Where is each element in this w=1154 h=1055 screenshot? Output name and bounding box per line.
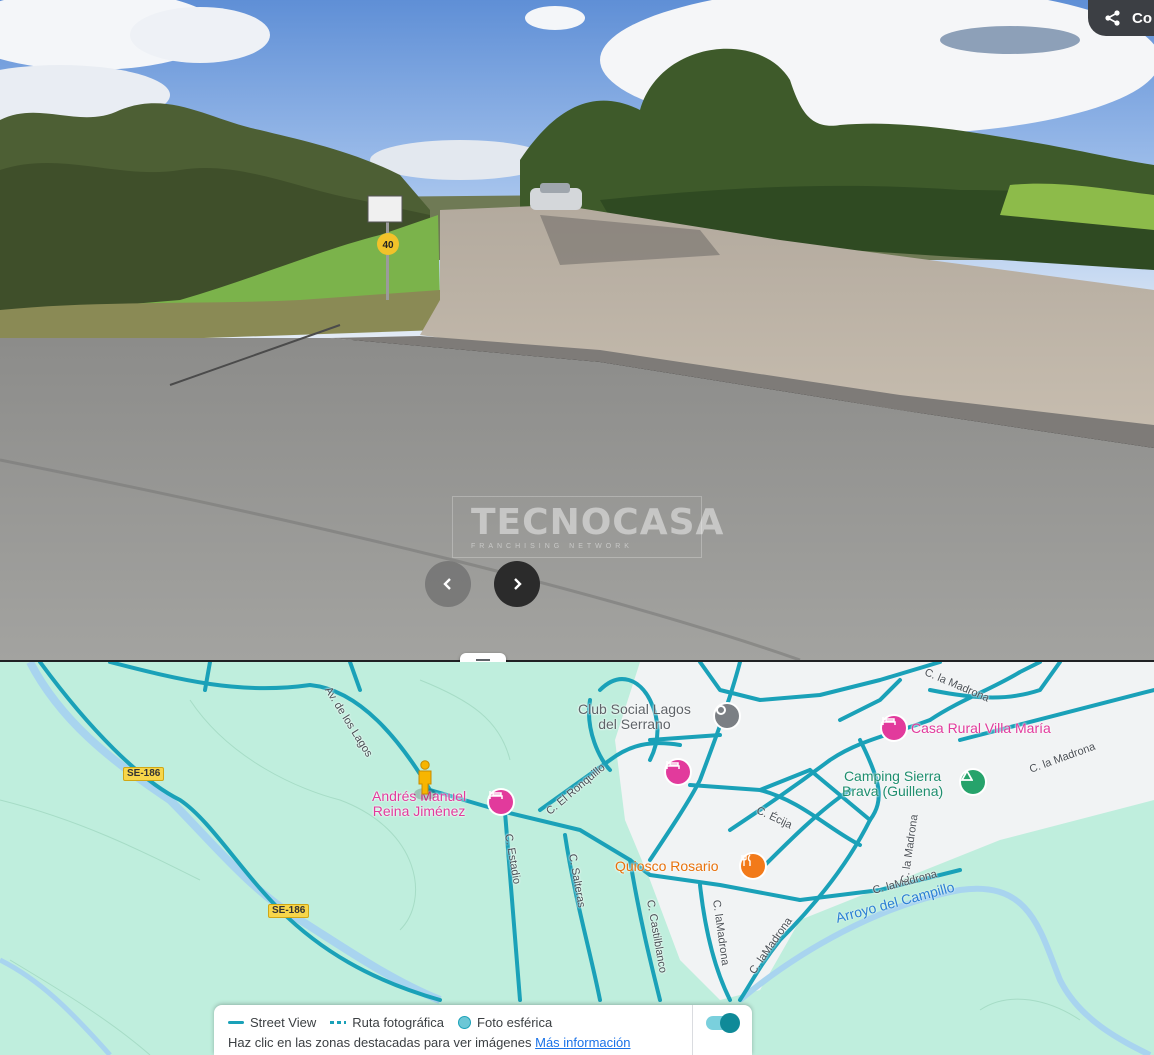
camping-marker-icon[interactable]	[961, 770, 985, 794]
toggle-knob	[720, 1013, 740, 1033]
chevron-right-icon	[514, 578, 522, 590]
street-view-panorama[interactable]: 40 TECNOCASA FRANCHISING NETWORK Co	[0, 0, 1154, 660]
dotted-line-swatch-icon	[330, 1021, 347, 1024]
legend-label: Foto esférica	[477, 1015, 553, 1030]
share-label: Co	[1132, 9, 1152, 27]
more-info-link[interactable]: Más información	[535, 1035, 630, 1050]
legend-divider	[692, 1005, 693, 1055]
watermark-sub: FRANCHISING NETWORK	[471, 542, 633, 550]
legend-hint-text: Haz clic en las zonas destacadas para ve…	[228, 1035, 532, 1050]
next-photo-button[interactable]	[494, 561, 540, 607]
hotel-marker-icon[interactable]	[666, 760, 690, 784]
circle-swatch-icon	[458, 1016, 472, 1029]
chevron-left-icon	[443, 578, 451, 590]
legend-hint: Haz clic en las zonas destacadas para ve…	[228, 1035, 631, 1050]
legend-item-photo-route: Ruta fotográfica	[330, 1015, 444, 1030]
line-swatch-icon	[228, 1021, 244, 1024]
coverage-toggle[interactable]	[706, 1013, 740, 1033]
previous-photo-button[interactable]	[425, 561, 471, 607]
road-shield-se186: SE-186	[123, 767, 165, 781]
road-shield-se186: SE-186	[268, 904, 310, 918]
speed-sign-label: 40	[382, 240, 394, 251]
hotel-marker-icon[interactable]	[882, 716, 906, 740]
poi-label-line: Camping Sierra	[843, 768, 942, 784]
poi-label-camping[interactable]: Camping Sierra Brava (Guillena)	[842, 769, 943, 799]
restaurant-marker-icon[interactable]	[741, 854, 765, 878]
street-view-legend: Street View Ruta fotográfica Foto esféri…	[214, 1005, 752, 1055]
poi-label-casa-rural[interactable]: Casa Rural Villa María	[911, 721, 1051, 736]
legend-label: Ruta fotográfica	[352, 1015, 445, 1030]
watermark: TECNOCASA FRANCHISING NETWORK	[452, 496, 723, 558]
poi-label-line: del Serrano	[598, 716, 671, 732]
hotel-marker-icon[interactable]	[489, 790, 513, 814]
share-button[interactable]: Co	[1088, 0, 1154, 36]
pegman-icon[interactable]	[413, 760, 437, 807]
legend-item-street-view: Street View	[228, 1015, 316, 1030]
watermark-brand: TECNOCASA	[471, 501, 725, 543]
share-icon	[1105, 10, 1120, 26]
panorama-image: 40	[0, 0, 1154, 660]
poi-label-quiosco[interactable]: Quiosco Rosario	[615, 859, 719, 874]
club-marker-icon[interactable]	[715, 704, 739, 728]
legend-item-sphere: Foto esférica	[458, 1015, 552, 1030]
poi-label-club-social[interactable]: Club Social Lagos del Serrano	[578, 702, 691, 732]
legend-label: Street View	[250, 1015, 317, 1030]
poi-label-line: Brava (Guillena)	[842, 783, 944, 799]
map-panel[interactable]: SE-186 SE-186 Av. de los Lagos C. la Mad…	[0, 662, 1154, 1055]
poi-label-line: Club Social Lagos	[578, 701, 691, 717]
